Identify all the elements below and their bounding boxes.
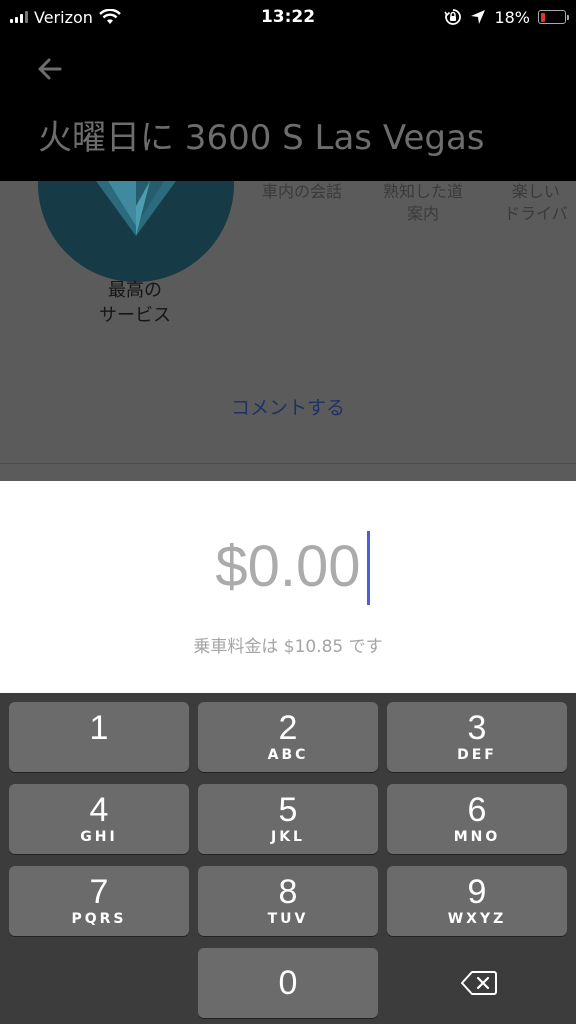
key-number: 1 [89,709,109,747]
key-letters: ABC [267,747,309,763]
battery-icon [538,10,569,24]
key-letters: MNO [453,829,501,845]
badge-label-text: 最高の サービス [99,280,171,326]
badge-label: 最高の サービス [70,278,200,328]
key-number: 7 [89,873,109,911]
key-number: 4 [89,791,109,829]
key-3[interactable]: 3 DEF [387,702,567,772]
key-letters: JKL [271,829,305,845]
key-5[interactable]: 5 JKL [198,784,378,854]
status-right: 18% [444,7,569,27]
key-letters: GHI [80,829,118,845]
key-letters: TUV [267,911,309,927]
numeric-keypad: 1 2 ABC 3 DEF 4 GHI 5 JKL 6 MNO 7 PQRS 8 [0,693,576,1024]
back-button[interactable] [32,52,66,86]
key-number: 8 [278,873,298,911]
tag-conversation[interactable]: 車内の会話 [262,181,342,203]
key-number: 9 [467,873,487,911]
key-9[interactable]: 9 WXYZ [387,866,567,936]
key-number: 0 [278,964,298,1002]
tag-fun-driver[interactable]: 楽しい ドライバ [504,181,568,225]
page-title: 火曜日に 3600 S Las Vegas [38,118,485,158]
badge-excellent-service[interactable] [38,181,234,282]
comment-link[interactable]: コメントする [0,393,576,420]
key-number: 5 [278,791,298,829]
text-cursor [367,531,370,605]
key-6[interactable]: 6 MNO [387,784,567,854]
diamond-icon [96,181,176,236]
key-2[interactable]: 2 ABC [198,702,378,772]
tag-label: 熟知した道 案内 [383,182,464,223]
key-0[interactable]: 0 [198,948,378,1018]
key-8[interactable]: 8 TUV [198,866,378,936]
status-bar: Verizon 13:22 18% [0,0,576,34]
tip-panel: $0.00 乗車料金は $10.85 です [0,481,576,693]
delete-button[interactable] [387,948,567,1018]
orientation-lock-icon [444,9,462,25]
key-letters: DEF [457,747,497,763]
battery-percent: 18% [494,7,530,27]
tip-amount-input[interactable]: $0.00 [0,533,576,600]
battery-level [540,12,545,22]
key-1[interactable]: 1 [9,702,189,772]
back-arrow-icon [38,58,62,80]
key-number: 2 [278,709,298,747]
key-7[interactable]: 7 PQRS [9,866,189,936]
tag-label: 車内の会話 [262,182,343,201]
key-letters: PQRS [71,911,127,927]
divider [0,463,576,464]
fare-note: 乗車料金は $10.85 です [193,637,383,657]
feedback-content: 最高の サービス 車内の会話 熟知した道 案内 楽しい ドライバ コメントする [0,181,576,481]
tag-label: 楽しい ドライバ [504,182,568,223]
location-arrow-icon [471,10,486,24]
tag-navigation[interactable]: 熟知した道 案内 [383,181,463,225]
screen: Verizon 13:22 18% 火曜日に 3600 S Las Vegas … [0,0,576,1024]
key-letters: WXYZ [447,911,507,927]
key-4[interactable]: 4 GHI [9,784,189,854]
key-number: 6 [467,791,487,829]
key-number: 3 [467,709,487,747]
backspace-icon [461,971,497,995]
